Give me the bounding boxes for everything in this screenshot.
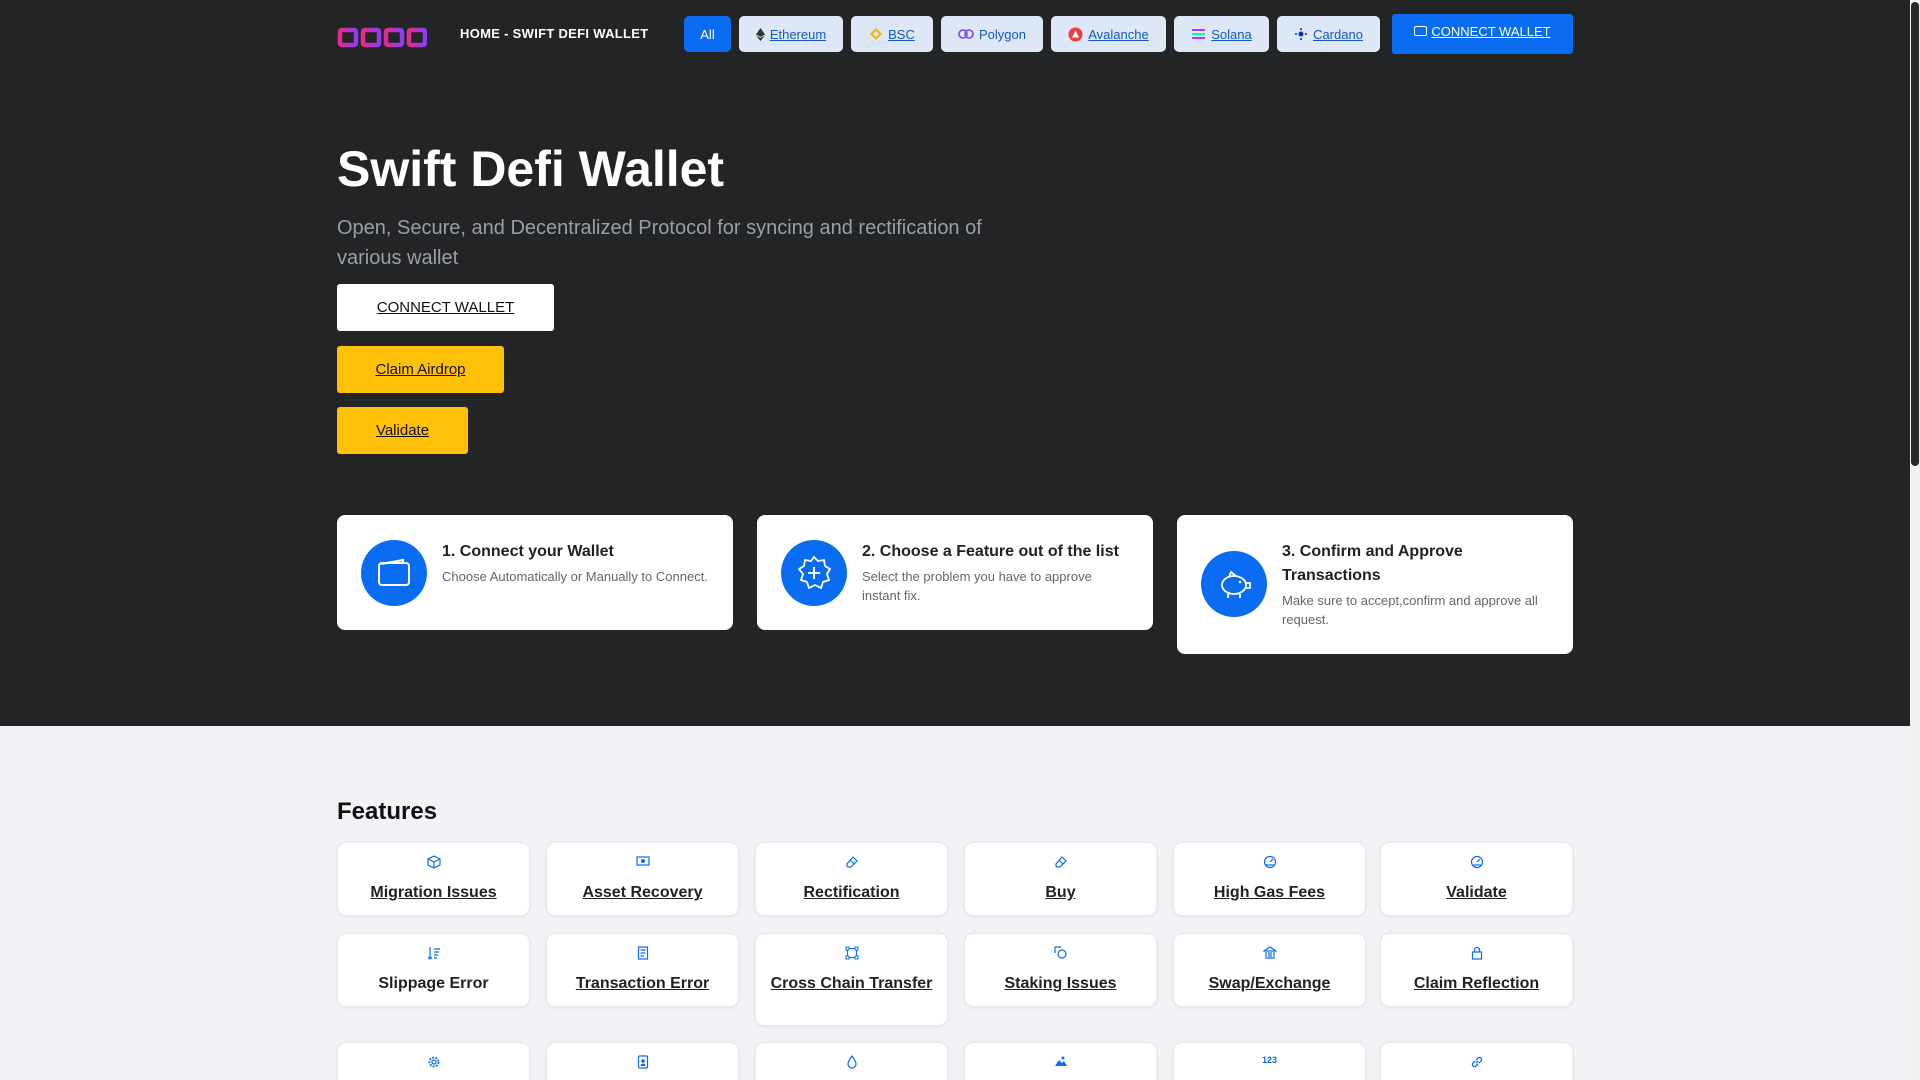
ethereum-icon [755,27,765,41]
scrollbar-thumb[interactable] [1911,2,1919,466]
avalanche-icon [1068,27,1083,41]
claim-airdrop-button[interactable]: Claim Airdrop [337,346,504,393]
feature-card[interactable] [337,1042,530,1080]
feature-card-rectification[interactable]: Rectification [755,842,948,916]
step-description: Select the problem you have to approve i… [862,569,1092,603]
link-icon [1471,1056,1482,1068]
feature-card-staking-issues[interactable]: Staking Issues [964,933,1157,1007]
feature-card[interactable] [546,1042,739,1080]
feature-card-transaction-error[interactable]: Transaction Error [546,933,739,1007]
plus-badge-icon [781,540,847,606]
eraser-icon [1054,856,1067,868]
wallet-icon [361,540,427,606]
step-card-choose: 2. Choose a Feature out of the list Sele… [757,515,1153,630]
polygon-icon [958,29,974,39]
step-title: 3. Confirm and Approve Transactions [1282,543,1463,584]
chip-bsc[interactable]: BSC [851,16,933,52]
feature-card[interactable] [1380,1042,1573,1080]
receipt-icon [637,946,648,960]
chip-cardano[interactable]: Cardano [1277,16,1380,52]
bounding-box-icon [845,946,858,960]
hero-subtitle: Open, Secure, and Decentralized Protocol… [337,217,982,269]
feature-label: Staking Issues [1004,975,1117,992]
speedometer-icon [1263,855,1276,869]
chip-label: BSC [888,26,915,42]
feature-card-slippage-error[interactable]: Slippage Error [337,933,530,1007]
feature-label: Rectification [803,884,900,901]
chip-label: Solana [1211,26,1252,42]
step-description: Choose Automatically or Manually to Conn… [442,569,708,584]
lock-icon [1471,946,1482,960]
step-card-connect: 1. Connect your Wallet Choose Automatica… [337,515,733,630]
image-icon [1054,1056,1067,1066]
features-heading: Features [337,798,438,825]
chip-all[interactable]: All [684,16,731,52]
person-badge-icon [637,1055,648,1069]
chip-ethereum[interactable]: Ethereum [739,16,843,52]
step-description: Make sure to accept,confirm and approve … [1282,593,1538,627]
connect-wallet-nav-button[interactable]: CONNECT WALLET [1392,14,1573,54]
solana-icon [1192,29,1206,39]
chip-label: Polygon [979,26,1026,42]
chip-solana[interactable]: Solana [1174,16,1269,52]
feature-card[interactable] [964,1042,1157,1080]
feature-label: Validate [1446,884,1507,901]
feature-card-asset-recovery[interactable]: Asset Recovery [546,842,739,916]
chip-polygon[interactable]: Polygon [941,16,1043,52]
step-title: 2. Choose a Feature out of the list [862,543,1119,560]
chip-label: Ethereum [769,26,827,42]
feature-label: Swap/Exchange [1208,975,1331,992]
box-icon [426,855,441,869]
hero-title: Swift Defi Wallet [337,141,725,197]
feature-card[interactable] [755,1042,948,1080]
feature-card-migration-issues[interactable]: Migration Issues [337,842,530,916]
site-title[interactable]: HOME - SWIFT DEFI WALLET [460,26,648,41]
connect-wallet-button[interactable]: CONNECT WALLET [337,284,554,331]
eraser-icon [845,856,858,868]
feature-label: Slippage Error [378,975,489,992]
feature-card[interactable]: 123 [1173,1042,1366,1080]
chip-label: Avalanche [1088,26,1149,42]
speedometer-icon [1470,855,1483,869]
wallet-icon [1414,26,1428,36]
feature-card-validate[interactable]: Validate [1380,842,1573,916]
bsc-icon [870,28,883,40]
piggy-bank-icon [1201,551,1267,617]
feature-card-cross-chain-transfer[interactable]: Cross Chain Transfer [755,933,948,1026]
chip-label: All [700,26,715,42]
feature-card-swap-exchange[interactable]: Swap/Exchange [1173,933,1366,1007]
connect-wallet-label: CONNECT WALLET [1431,24,1551,39]
droplet-icon [846,1055,857,1069]
step-title: 1. Connect your Wallet [442,543,614,560]
feature-label: Transaction Error [575,975,710,992]
feature-card-claim-reflection[interactable]: Claim Reflection [1380,933,1573,1007]
gear-icon [428,1056,439,1068]
step-card-confirm: 3. Confirm and Approve Transactions Make… [1177,515,1573,654]
feature-label: Buy [1045,884,1076,901]
chip-label: Cardano [1313,26,1363,42]
feature-label: Migration Issues [370,884,497,901]
sort-icon [427,947,440,960]
cash-icon [635,856,650,866]
scrollbar[interactable] [1910,0,1920,1080]
feature-label: Cross Chain Transfer [770,975,933,992]
feature-label: High Gas Fees [1213,884,1326,901]
coin-search-icon [1053,946,1067,959]
hero-section: HOME - SWIFT DEFI WALLET All Ethereum BS… [0,0,1910,726]
validate-button[interactable]: Validate [337,407,468,454]
dapp-logo[interactable] [337,13,427,55]
bank-icon [1262,946,1277,959]
feature-label: Claim Reflection [1413,975,1540,992]
feature-label: Asset Recovery [582,884,703,901]
feature-card-buy[interactable]: Buy [964,842,1157,916]
chip-avalanche[interactable]: Avalanche [1051,16,1166,52]
feature-card-high-gas-fees[interactable]: High Gas Fees [1173,842,1366,916]
numbers-icon: 123 [1261,1055,1278,1065]
cardano-icon [1295,28,1308,40]
